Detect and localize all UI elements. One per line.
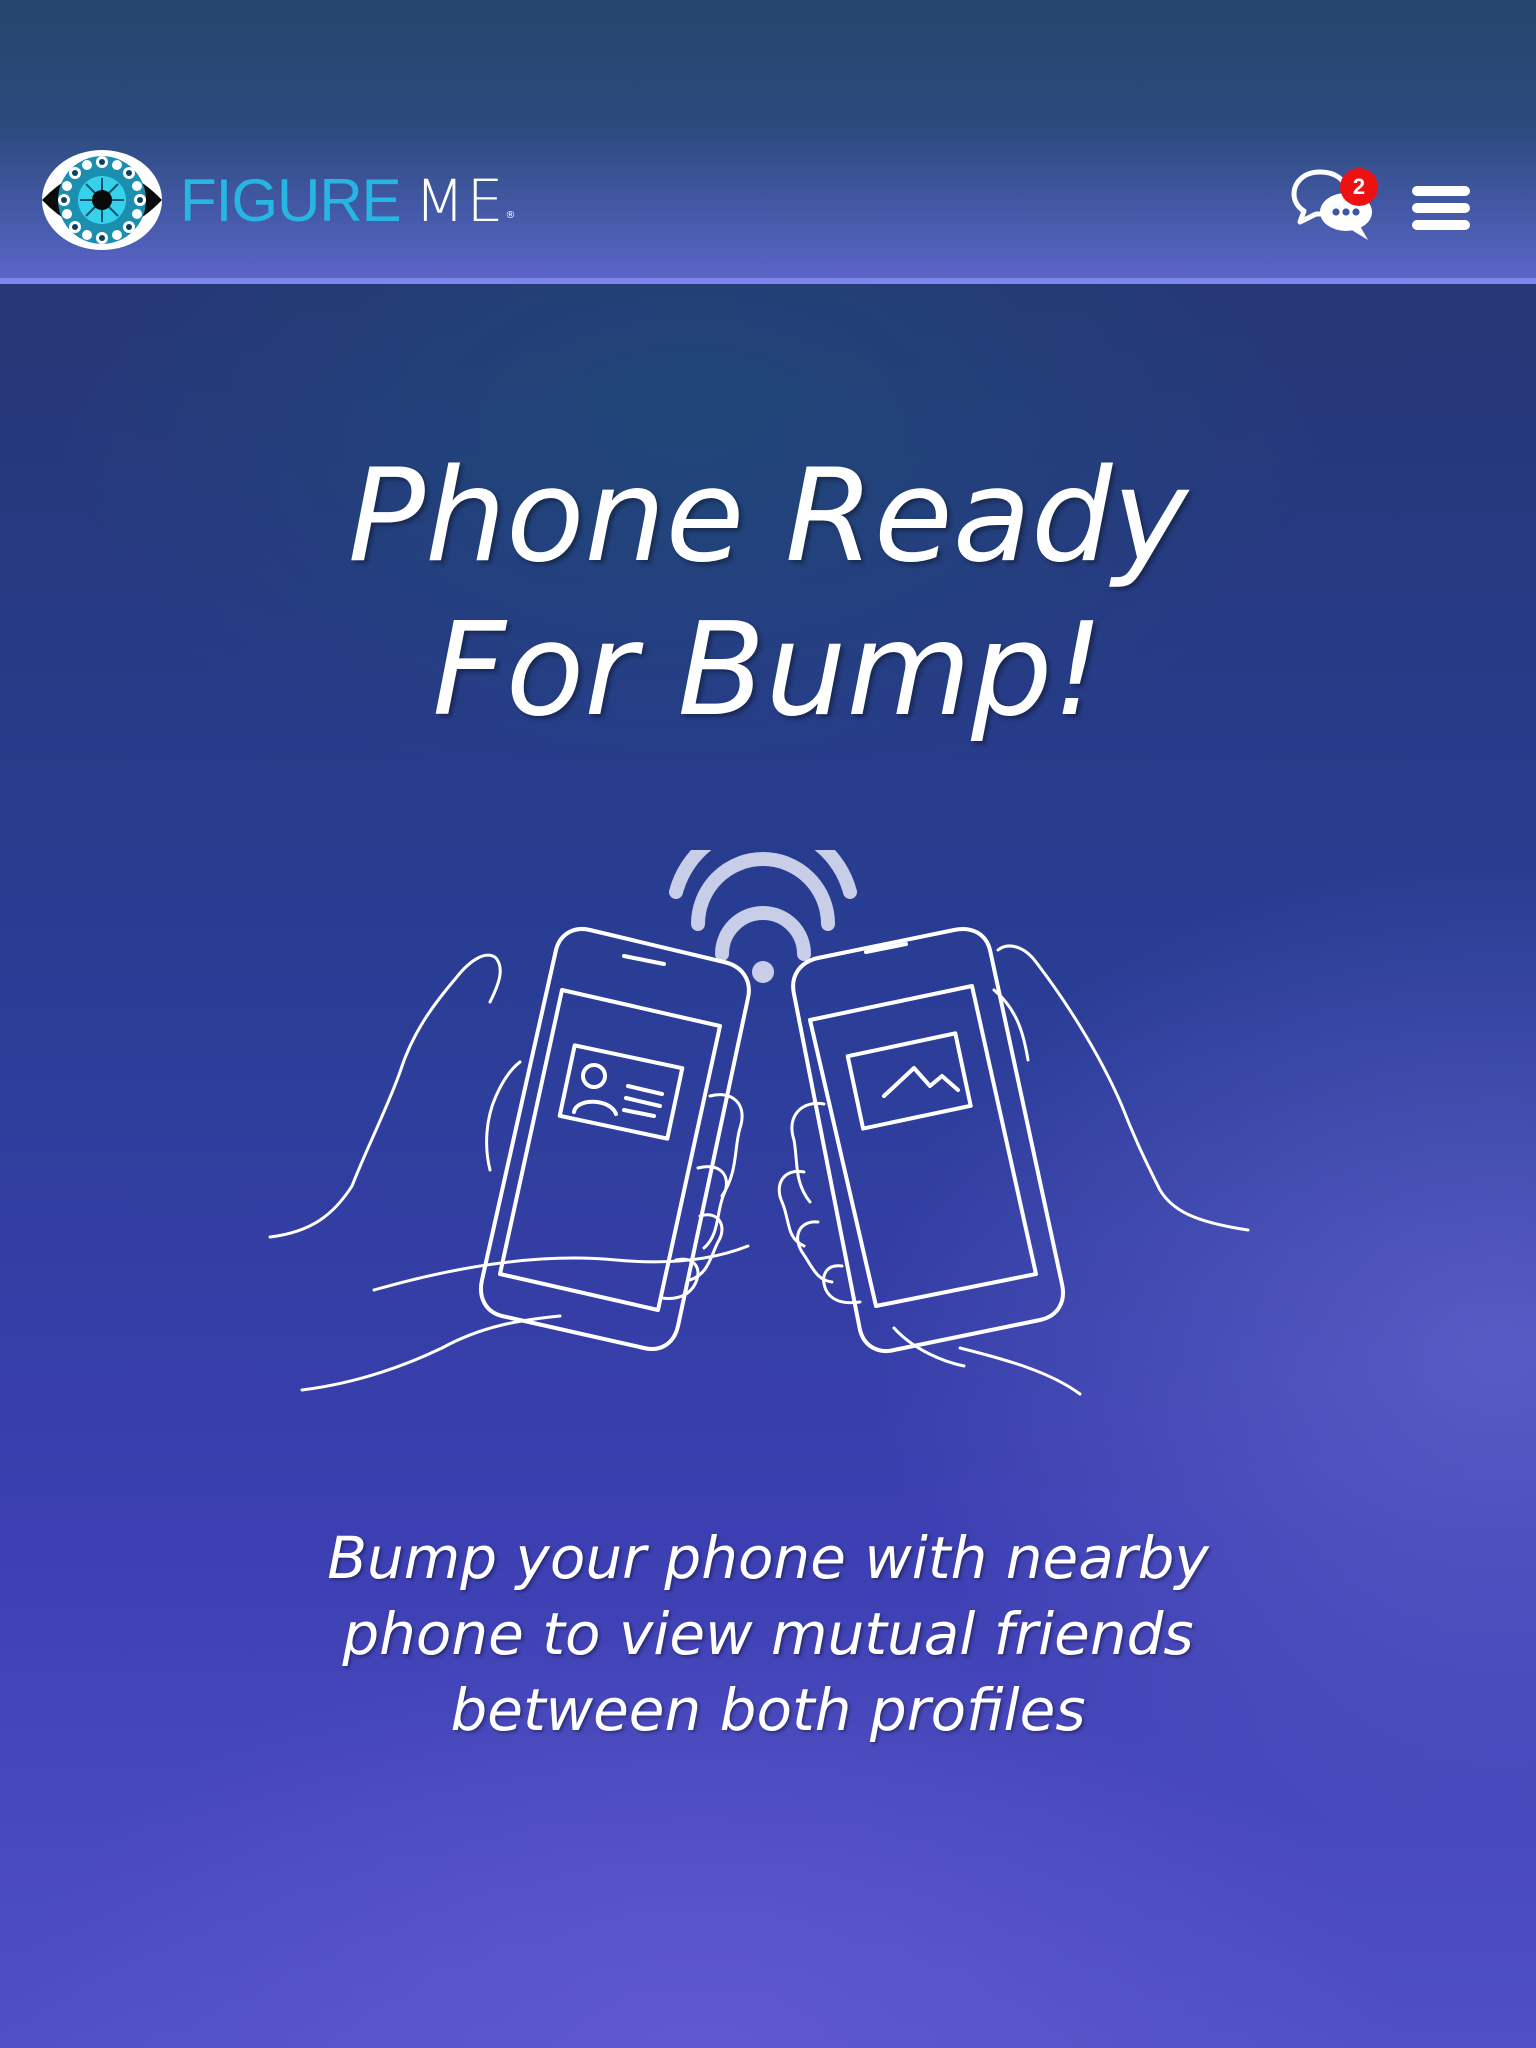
hamburger-menu-icon[interactable] bbox=[1412, 186, 1472, 234]
menu-bar bbox=[1412, 220, 1470, 230]
title-line-2: For Bump! bbox=[432, 596, 1104, 745]
brand-figure-text: FIGURE bbox=[180, 167, 402, 234]
instruction-line-2: phone to view mutual friends bbox=[342, 1600, 1194, 1668]
menu-bar bbox=[1412, 203, 1470, 213]
instruction-line-1: Bump your phone with nearby bbox=[327, 1524, 1209, 1592]
app-header: FIGURE ME® 2 bbox=[0, 0, 1536, 284]
hands-bumping-phones-icon bbox=[268, 850, 1250, 1396]
instruction-line-3: between both profiles bbox=[450, 1676, 1086, 1744]
eye-logo-icon[interactable] bbox=[40, 146, 164, 254]
instruction-text: Bump your phone with nearby phone to vie… bbox=[268, 1520, 1268, 1748]
title-line-1: Phone Ready bbox=[347, 442, 1189, 591]
menu-bar bbox=[1412, 186, 1470, 196]
page-title: Phone Ready For Bump! bbox=[0, 440, 1536, 748]
notification-badge: 2 bbox=[1340, 168, 1378, 206]
brand-me-text: ME bbox=[414, 167, 506, 235]
brand-name: FIGURE ME® bbox=[180, 166, 515, 236]
registered-mark: ® bbox=[505, 210, 516, 221]
